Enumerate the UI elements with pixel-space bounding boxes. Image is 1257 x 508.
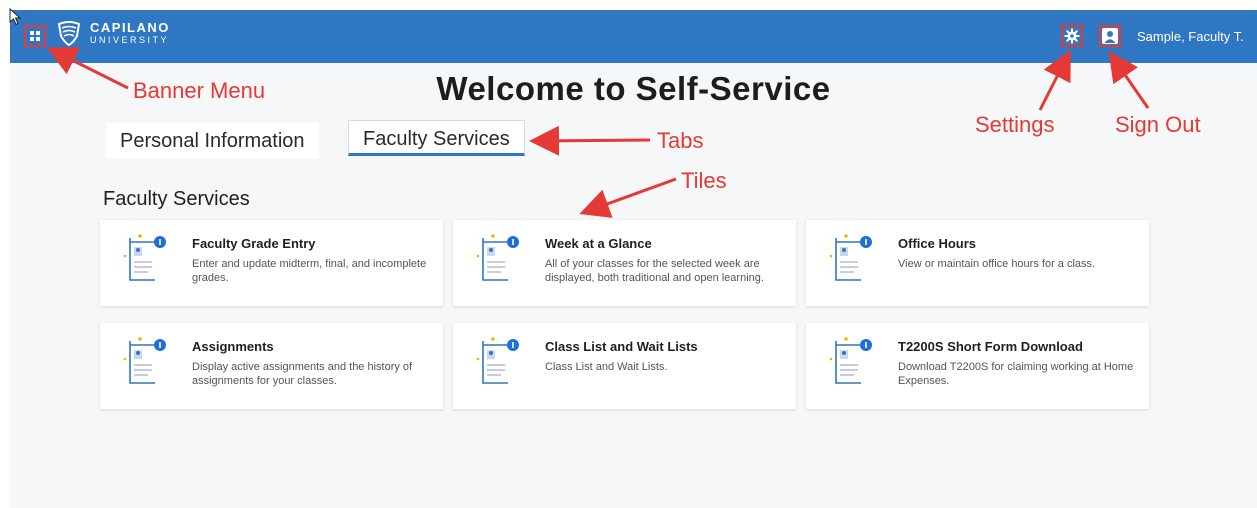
tile-title: Assignments <box>192 339 274 354</box>
tile-class-list-and-wait-lists[interactable]: Class List and Wait Lists Class List and… <box>453 323 796 409</box>
tile-description: Enter and update midterm, final, and inc… <box>192 258 427 284</box>
annotation-sign-out: Sign Out <box>1115 112 1201 137</box>
document-info-icon <box>123 337 166 384</box>
settings-button[interactable] <box>1061 25 1083 47</box>
annotation-tiles: Tiles <box>681 168 727 193</box>
tile-description: Download T2200S for claiming working at … <box>898 361 1134 387</box>
tile-assignments[interactable]: Assignments Display active assignments a… <box>100 323 443 409</box>
tab-personal-information[interactable]: Personal Information <box>106 123 319 159</box>
user-icon <box>1102 28 1118 44</box>
annotation-tabs: Tabs <box>657 128 704 153</box>
grid-icon <box>30 31 40 41</box>
tile-office-hours[interactable]: Office Hours View or maintain office hou… <box>806 220 1149 306</box>
mouse-cursor-icon <box>9 8 22 26</box>
tile-description: All of your classes for the selected wee… <box>545 258 764 284</box>
tile-title: Faculty Grade Entry <box>192 236 316 251</box>
tile-description: Display active assignments and the histo… <box>192 361 413 387</box>
document-info-icon <box>829 337 872 384</box>
brand-name: CAPILANO <box>90 20 170 35</box>
tile-faculty-grade-entry[interactable]: Faculty Grade Entry Enter and update mid… <box>100 220 443 306</box>
banner-menu-button[interactable] <box>24 25 46 47</box>
document-info-icon <box>829 234 872 281</box>
tab-faculty-services[interactable]: Faculty Services <box>348 120 525 156</box>
brand-subtitle: UNIVERSITY <box>90 35 170 45</box>
tile-title: Week at a Glance <box>545 236 652 251</box>
document-info-icon <box>123 234 166 281</box>
tile-title: Office Hours <box>898 236 977 251</box>
tile-title: Class List and Wait Lists <box>545 339 698 354</box>
user-name-link[interactable]: Sample, Faculty T. <box>1137 29 1244 44</box>
tile-t2200s-short-form-download[interactable]: T2200S Short Form Download Download T220… <box>806 323 1149 409</box>
tile-week-at-a-glance[interactable]: Week at a Glance All of your classes for… <box>453 220 796 306</box>
section-title: Faculty Services <box>103 188 250 210</box>
sign-out-button[interactable] <box>1099 25 1121 47</box>
document-info-icon <box>476 337 519 384</box>
gear-icon <box>1064 28 1080 44</box>
capilano-logo[interactable]: CAPILANO UNIVERSITY <box>56 20 170 46</box>
tile-description: Class List and Wait Lists. <box>545 361 668 373</box>
annotation-banner-menu: Banner Menu <box>133 78 266 103</box>
tile-description: View or maintain office hours for a clas… <box>898 258 1096 270</box>
document-info-icon <box>476 234 519 281</box>
annotation-settings: Settings <box>975 112 1055 137</box>
tile-title: T2200S Short Form Download <box>898 339 1083 354</box>
shield-logo-icon <box>57 21 81 46</box>
top-banner: CAPILANO UNIVERSITY Sample, Faculty T. <box>10 10 1257 63</box>
